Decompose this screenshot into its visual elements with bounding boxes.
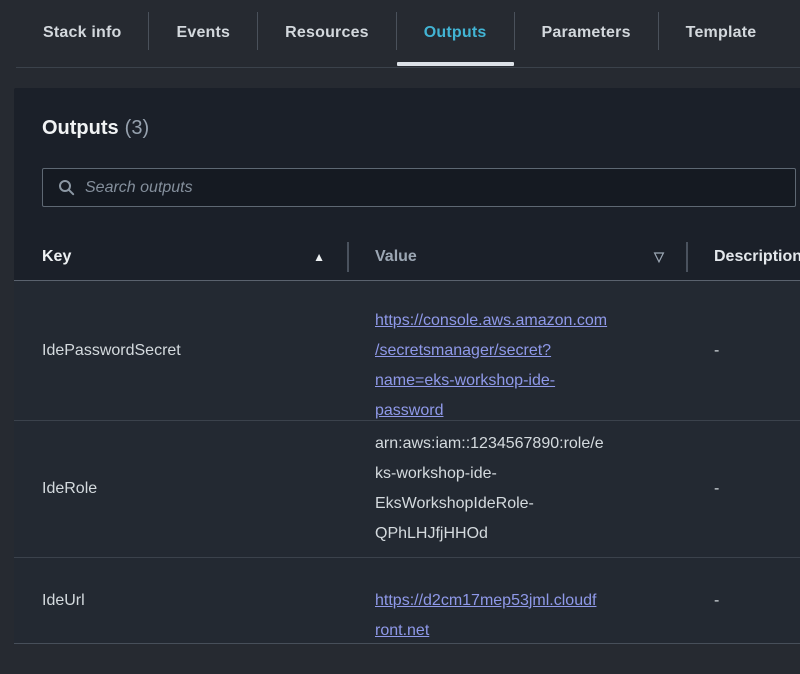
- table-row-ide-role: IdeRole arn:aws:iam::1234567890:role/e k…: [14, 420, 800, 557]
- sort-unsorted-icon: ▽: [654, 249, 664, 265]
- tab-template[interactable]: Template: [659, 0, 784, 66]
- search-box: [42, 168, 796, 207]
- column-header-value[interactable]: Value ▽: [347, 233, 686, 280]
- output-value: https://d2cm17mep53jml.cloudf ront.net: [347, 556, 686, 646]
- tab-label: Outputs: [424, 24, 487, 42]
- table-row-ide-url: IdeUrl https://d2cm17mep53jml.cloudf ron…: [14, 557, 800, 643]
- column-header-description[interactable]: Description: [686, 233, 800, 280]
- ide-url-link[interactable]: https://d2cm17mep53jml.cloudf ront.net: [375, 592, 596, 639]
- output-description: -: [686, 592, 800, 610]
- sort-ascending-icon: ▲: [313, 250, 325, 264]
- stack-detail-tabs-bar: Stack info Events Resources Outputs Para…: [0, 0, 800, 68]
- search-icon: [58, 179, 75, 196]
- outputs-count-badge: (3): [125, 117, 149, 139]
- search-input[interactable]: [85, 179, 783, 197]
- tab-outputs[interactable]: Outputs: [397, 0, 514, 66]
- tab-list: Stack info Events Resources Outputs Para…: [0, 0, 800, 68]
- tab-resources[interactable]: Resources: [258, 0, 396, 66]
- tab-parameters[interactable]: Parameters: [515, 0, 658, 66]
- output-value: https://console.aws.amazon.com /secretsm…: [347, 276, 686, 426]
- tab-label: Parameters: [542, 24, 631, 42]
- panel-title: Outputs (3): [42, 114, 796, 142]
- column-label: Value: [375, 248, 417, 266]
- outputs-panel: Outputs (3) Key ▲ Value ▽: [14, 88, 800, 644]
- ide-password-secret-link[interactable]: https://console.aws.amazon.com /secretsm…: [375, 312, 607, 419]
- column-divider: [686, 242, 688, 272]
- output-description: -: [686, 342, 800, 360]
- outputs-table: Key ▲ Value ▽ Description IdePasswordSec…: [14, 233, 800, 644]
- table-row-ide-password-secret: IdePasswordSecret https://console.aws.am…: [14, 281, 800, 420]
- tab-stack-info[interactable]: Stack info: [16, 0, 148, 66]
- column-label: Key: [42, 248, 71, 266]
- tab-events[interactable]: Events: [149, 0, 257, 66]
- tab-label: Resources: [285, 24, 369, 42]
- column-header-key[interactable]: Key ▲: [14, 233, 347, 280]
- tabs-bottom-rule: [16, 67, 800, 68]
- column-label: Description: [714, 248, 800, 266]
- output-description: -: [686, 480, 800, 498]
- table-body: IdePasswordSecret https://console.aws.am…: [14, 281, 800, 644]
- output-value: arn:aws:iam::1234567890:role/e ks-worksh…: [347, 429, 686, 549]
- output-key: IdePasswordSecret: [14, 342, 347, 360]
- tab-label: Template: [686, 24, 757, 42]
- panel-title-text: Outputs: [42, 117, 119, 139]
- tab-label: Stack info: [43, 24, 121, 42]
- output-key: IdeUrl: [14, 592, 347, 610]
- tab-label: Events: [176, 24, 230, 42]
- output-key: IdeRole: [14, 480, 347, 498]
- column-divider: [347, 242, 349, 272]
- table-header-row: Key ▲ Value ▽ Description: [14, 233, 800, 281]
